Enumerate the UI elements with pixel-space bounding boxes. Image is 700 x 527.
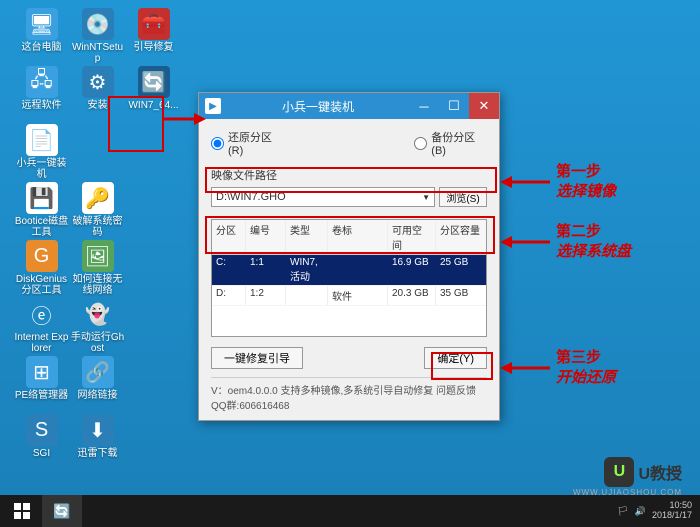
path-label: 映像文件路径 [211,167,487,183]
icon-label: 这台电脑 [14,42,69,53]
app-icon: 🔗 [82,356,114,388]
repair-boot-button[interactable]: 一键修复引导 [211,347,303,369]
app-icon: ⚙ [82,66,114,98]
browse-button[interactable]: 浏览(S) [439,187,487,207]
icon-label: 手动运行Ghost [70,332,125,354]
annotation-step2: 第二步 选择系统盘 [556,222,631,261]
th-total: 分区容量 [436,220,486,254]
app-icon: 💿 [82,8,114,40]
annotation-step1: 第一步 选择镜像 [556,162,616,201]
image-path-combo[interactable]: D:\WIN7.GHO ▼ [211,187,435,207]
restore-radio-label: 还原分区(R) [228,129,284,157]
arrow-1 [500,172,550,192]
installer-dialog: ▶ 小兵一键装机 ─ ☐ ✕ 还原分区(R) 备份分区(B) 映像文件路径 D:… [198,92,500,421]
taskbar: 🔄 🏳 🔊 10:50 2018/1/17 [0,495,700,527]
app-icon: ⓔ [26,298,58,330]
icon-label: 破解系统密码 [70,216,125,238]
desktop-icon[interactable]: 👻手动运行Ghost [70,298,125,354]
app-icon: ⊞ [26,356,58,388]
restore-radio-input[interactable] [211,137,224,150]
table-row[interactable]: D: 1:2 软件 20.3 GB 35 GB [212,286,486,306]
app-icon: 🖥 [26,8,58,40]
arrow-icon-to-dialog [158,104,208,134]
partition-table[interactable]: 分区 编号 类型 卷标 可用空间 分区容量 C: 1:1 WIN7,活动 16.… [211,219,487,337]
dropdown-icon: ▼ [422,193,430,202]
app-icon: 👻 [82,298,114,330]
desktop-icon[interactable]: 🖥 这台电脑 [14,8,69,53]
annotation-step3: 第三步 开始还原 [556,348,616,387]
tray-clock[interactable]: 10:50 2018/1/17 [652,501,692,521]
app-icon: G [26,240,58,272]
th-number: 编号 [246,220,286,254]
table-row[interactable]: C: 1:1 WIN7,活动 16.9 GB 25 GB [212,255,486,286]
app-icon: 🧰 [138,8,170,40]
icon-label: 小兵一键装机 [14,158,69,180]
icon-label: 网络链接 [70,390,125,401]
icon-label: DiskGenius分区工具 [14,274,69,296]
ok-button[interactable]: 确定(Y) [424,347,487,369]
watermark-text: U教授 [638,460,682,484]
icon-label: WinNTSetup [70,42,125,64]
app-icon: 💾 [26,182,58,214]
desktop-icon[interactable]: 🖧 远程软件 [14,66,69,111]
desktop-icon[interactable]: ⬇ 迅雷下载 [70,414,125,459]
table-header: 分区 编号 类型 卷标 可用空间 分区容量 [212,220,486,255]
icon-label: SGI [14,448,69,459]
desktop-icon[interactable]: 💿WinNTSetup [70,8,125,64]
th-label: 卷标 [328,220,388,254]
th-type: 类型 [286,220,328,254]
titlebar[interactable]: ▶ 小兵一键装机 ─ ☐ ✕ [199,93,499,119]
app-icon: ⬇ [82,414,114,446]
th-partition: 分区 [212,220,246,254]
desktop-icon[interactable]: ⊞ PE络管理器 [14,356,69,401]
arrow-3 [500,358,550,378]
desktop-icon[interactable]: 🔑破解系统密码 [70,182,125,238]
backup-radio-input[interactable] [414,137,427,150]
desktop-icon[interactable]: 🖼如何连接无线网络 [70,240,125,296]
th-free: 可用空间 [388,220,436,254]
desktop-icon[interactable]: GDiskGenius分区工具 [14,240,69,296]
status-bar: V：oem4.0.0.0 支持多种镜像,多系统引导自动修复 问题反馈QQ群:60… [211,377,487,412]
icon-label: 如何连接无线网络 [70,274,125,296]
tray-flag-icon[interactable]: 🏳 [617,506,628,517]
system-tray[interactable]: 🏳 🔊 10:50 2018/1/17 [617,501,698,521]
app-icon: 🔄 [138,66,170,98]
desktop-icon[interactable]: S SGI [14,414,69,459]
desktop-icon[interactable]: 📄小兵一键装机 [14,124,69,180]
minimize-button[interactable]: ─ [409,93,439,119]
app-icon: 🔑 [82,182,114,214]
dialog-body: 还原分区(R) 备份分区(B) 映像文件路径 D:\WIN7.GHO ▼ 浏览(… [199,119,499,420]
maximize-button[interactable]: ☐ [439,93,469,119]
start-button[interactable] [2,495,42,527]
backup-radio[interactable]: 备份分区(B) [414,129,487,157]
icon-label: PE络管理器 [14,390,69,401]
icon-label: 远程软件 [14,100,69,111]
arrow-2 [500,232,550,252]
backup-radio-label: 备份分区(B) [431,129,487,157]
desktop-icon[interactable]: 🧰 引导修复 [126,8,181,53]
selected-icon-highlight [108,96,164,152]
icon-label: Bootice磁盘工具 [14,216,69,238]
icon-label: 引导修复 [126,42,181,53]
app-icon: S [26,414,58,446]
app-icon: 📄 [26,124,58,156]
watermark-badge: U [604,457,634,487]
taskbar-app[interactable]: 🔄 [42,495,82,527]
clock-date: 2018/1/17 [652,511,692,521]
watermark-logo: U U教授 [604,457,682,487]
image-path-value: D:\WIN7.GHO [216,191,286,203]
dialog-title: 小兵一键装机 [227,98,409,115]
desktop-icon[interactable]: 💾Bootice磁盘工具 [14,182,69,238]
icon-label: Internet Explorer [14,332,69,354]
app-icon: 🖧 [26,66,58,98]
restore-radio[interactable]: 还原分区(R) [211,129,284,157]
close-button[interactable]: ✕ [469,93,499,119]
icon-label: 迅雷下载 [70,448,125,459]
app-icon: 🖼 [82,240,114,272]
tray-volume-icon[interactable]: 🔊 [635,506,646,517]
desktop-icon[interactable]: ⓔInternet Explorer [14,298,69,354]
desktop-icon[interactable]: 🔗 网络链接 [70,356,125,401]
